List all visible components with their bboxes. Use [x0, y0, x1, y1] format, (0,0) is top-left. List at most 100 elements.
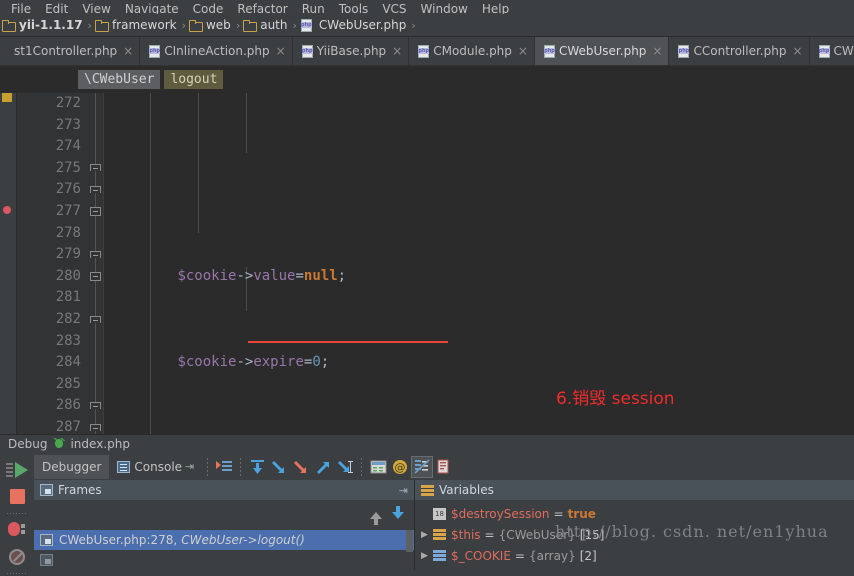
fold-marker[interactable]: [90, 207, 101, 216]
tab-st1controller[interactable]: st1Controller.php ×: [0, 37, 141, 65]
object-icon: [433, 528, 446, 541]
code-line-273: $cookie->expire=0;: [177, 354, 330, 371]
tab-cwebuser[interactable]: CWebUser.php ×: [534, 37, 670, 65]
menu-item-edit[interactable]: Edit: [38, 3, 75, 15]
expand-triangle-icon[interactable]: ▶: [421, 530, 431, 540]
tab-label: CInlineAction.php: [164, 44, 270, 58]
line-number: 286: [55, 397, 81, 414]
step-out-button[interactable]: [312, 456, 334, 478]
tab-ccontroller[interactable]: CController.php ×: [669, 37, 810, 65]
menu-item-run[interactable]: Run: [295, 3, 332, 15]
menu-item-window[interactable]: Window: [414, 3, 475, 15]
fold-marker[interactable]: [90, 186, 101, 193]
close-icon[interactable]: ×: [276, 45, 286, 57]
frames-list[interactable]: CWebUser.php:278, CWebUser->logout(): [34, 530, 414, 570]
watches-button[interactable]: @: [389, 456, 411, 478]
folder-icon: [94, 19, 109, 32]
show-execution-point-button[interactable]: [213, 456, 235, 478]
step-into-button[interactable]: [268, 456, 290, 478]
toolbar-separator: [240, 457, 242, 476]
menu-item-refactor[interactable]: Refactor: [230, 3, 294, 15]
menu-item-help[interactable]: Help: [475, 3, 516, 15]
close-icon[interactable]: ×: [123, 45, 133, 57]
fold-marker[interactable]: [90, 272, 101, 281]
fold-marker[interactable]: [90, 402, 101, 409]
menu-item-code[interactable]: Code: [186, 3, 231, 15]
breadcrumb-label: CWebUser.php: [318, 18, 407, 32]
variables-list[interactable]: $destroySession = true ▶ $this = {CWebUs…: [415, 500, 854, 570]
line-number: 278: [55, 224, 81, 241]
force-step-into-button[interactable]: [290, 456, 312, 478]
pin-icon[interactable]: ⇥: [185, 460, 194, 473]
breakpoint-icon[interactable]: [3, 206, 11, 214]
tab-cmodule[interactable]: CModule.php ×: [409, 37, 535, 65]
equals-sign: =: [484, 527, 495, 542]
run-to-cursor-button[interactable]: [334, 456, 356, 478]
line-number: 272: [55, 95, 81, 111]
breadcrumb-method[interactable]: logout: [164, 69, 224, 89]
menu-bar: File Edit View Navigate Code Refactor Ru…: [0, 0, 854, 14]
line-number: 281: [55, 289, 81, 306]
line-number: 273: [55, 116, 81, 133]
tab-cinlineaction[interactable]: CInlineAction.php ×: [140, 37, 293, 65]
step-over-button[interactable]: [246, 456, 268, 478]
php-file-icon: [543, 44, 557, 58]
close-icon[interactable]: ×: [792, 45, 802, 57]
frames-panel: Frames ⇥ CWebUser.php:278, CWebUser->log: [34, 480, 415, 570]
close-icon[interactable]: ×: [518, 45, 528, 57]
breadcrumb-item-framework[interactable]: framework: [94, 18, 179, 32]
menu-item-tools[interactable]: Tools: [332, 3, 376, 15]
equals-sign: =: [514, 548, 525, 563]
tab-label: Console: [134, 459, 183, 474]
code-folding-gutter[interactable]: [89, 93, 104, 443]
frame-row[interactable]: CWebUser.php:278, CWebUser->logout(): [34, 530, 414, 550]
view-breakpoints-button[interactable]: [0, 516, 34, 543]
breadcrumb-item-web[interactable]: web: [188, 18, 233, 32]
variables-icon: [421, 484, 434, 496]
fold-marker[interactable]: [90, 164, 101, 171]
tab-console[interactable]: Console ⇥: [109, 455, 202, 479]
menu-item-navigate[interactable]: Navigate: [118, 3, 186, 15]
breadcrumb-item-file[interactable]: CWebUser.php: [300, 18, 408, 32]
breadcrumb-class[interactable]: \CWebUser: [78, 69, 161, 89]
menu-item-vcs[interactable]: VCS: [375, 3, 413, 15]
tab-cw-partial[interactable]: CW: [809, 37, 854, 65]
frames-scrollbar-thumb[interactable]: [406, 530, 413, 552]
evaluate-expression-button[interactable]: [367, 456, 389, 478]
close-icon[interactable]: ×: [392, 45, 402, 57]
mute-breakpoints-button[interactable]: [0, 543, 34, 570]
editor-tab-bar: st1Controller.php × CInlineAction.php × …: [0, 37, 854, 66]
menu-item-file[interactable]: File: [4, 3, 38, 15]
breadcrumb-separator: ›: [235, 18, 241, 32]
pin-icon[interactable]: ⇥: [399, 484, 408, 497]
frame-row[interactable]: [34, 550, 414, 570]
show-execution-point-icon: [216, 460, 233, 471]
fold-marker[interactable]: [90, 424, 101, 431]
move-up-icon[interactable]: [370, 511, 382, 525]
mute-breakpoints-toggle-button[interactable]: [411, 455, 434, 478]
variable-row-cookie[interactable]: ▶ $_COOKIE = {array} [2]: [415, 545, 854, 566]
settings-button[interactable]: [433, 456, 455, 478]
tab-debugger[interactable]: Debugger: [34, 454, 110, 479]
breakpoints-icon: [8, 522, 26, 537]
variable-row-destroysession[interactable]: $destroySession = true: [415, 503, 854, 524]
breadcrumb-item-project[interactable]: yii-1.1.17: [2, 18, 85, 32]
code-area[interactable]: $cookie->value=null; $cookie->expire=0; …: [104, 93, 854, 443]
menu-item-view[interactable]: View: [75, 3, 117, 15]
expand-triangle-icon[interactable]: ▶: [421, 551, 431, 561]
left-tool-strip: 2: Structure: [0, 93, 17, 443]
folder-icon: [243, 19, 258, 32]
breadcrumb-item-auth[interactable]: auth: [243, 18, 289, 32]
stop-button[interactable]: [0, 483, 34, 510]
resume-program-button[interactable]: [0, 456, 34, 483]
tab-yiibase[interactable]: YiiBase.php ×: [292, 37, 410, 65]
move-down-icon[interactable]: [392, 505, 404, 519]
fold-marker[interactable]: [90, 251, 101, 258]
frames-panel-header: Frames ⇥: [34, 480, 414, 500]
variables-panel: Variables $destroySession = true: [415, 480, 854, 570]
console-icon: [117, 460, 131, 473]
variables-title: Variables: [439, 483, 494, 497]
fold-marker[interactable]: [90, 316, 101, 323]
equals-sign: =: [553, 506, 564, 521]
close-icon[interactable]: ×: [652, 45, 662, 57]
